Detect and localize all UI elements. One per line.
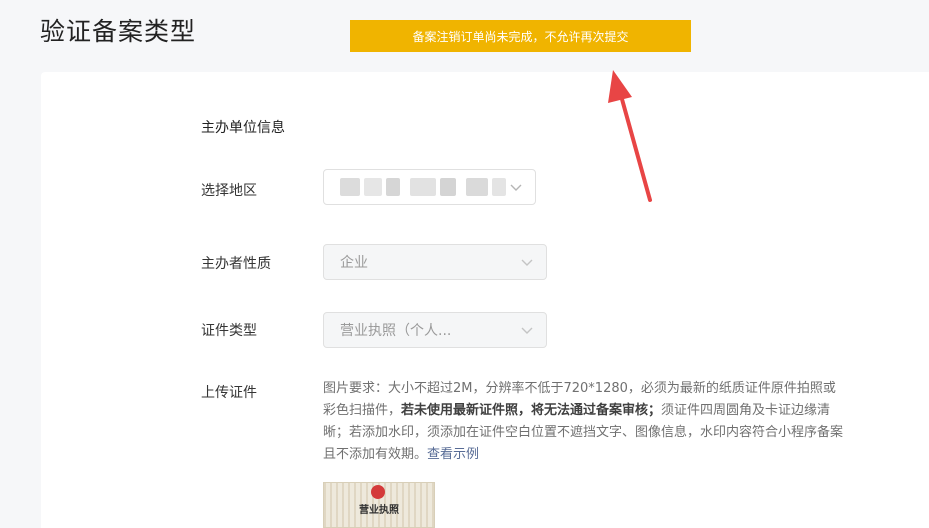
requirements-warning: 若未使用最新证件照，将无法通过备案审核； — [401, 403, 662, 418]
section-title: 主办单位信息 — [201, 120, 285, 136]
region-select[interactable] — [323, 169, 536, 205]
toast-message: 备案注销订单尚未完成，不允许再次提交 — [412, 29, 629, 44]
chevron-down-icon — [521, 259, 533, 266]
emblem-icon — [371, 485, 385, 499]
chevron-down-icon — [521, 327, 533, 334]
chevron-down-icon — [510, 184, 522, 191]
license-sample-image[interactable]: 营业执照 — [323, 482, 435, 528]
page-title: 验证备案类型 — [40, 17, 197, 46]
sample-title: 营业执照 — [359, 505, 399, 516]
region-label: 选择地区 — [201, 183, 257, 199]
page: 验证备案类型 备案注销订单尚未完成，不允许再次提交 主办单位信息 选择地区 主办… — [0, 0, 929, 528]
organizer-type-select[interactable]: 企业 — [323, 244, 547, 280]
error-toast: 备案注销订单尚未完成，不允许再次提交 — [350, 20, 691, 52]
certificate-type-select[interactable]: 营业执照（个人... — [323, 312, 547, 348]
organizer-type-value: 企业 — [340, 255, 368, 271]
certificate-type-value: 营业执照（个人... — [340, 323, 452, 339]
upload-requirements: 图片要求：大小不超过2M，分辨率不低于720*1280，必须为最新的纸质证件原件… — [323, 378, 848, 466]
redacted-value — [340, 178, 510, 196]
organizer-type-label: 主办者性质 — [201, 256, 271, 272]
certificate-type-label: 证件类型 — [201, 323, 257, 339]
form-card: 主办单位信息 选择地区 主办者性质 企业 证件类型 营业执照（个人... 上传证… — [41, 72, 929, 528]
view-example-link[interactable]: 查看示例 — [427, 447, 479, 462]
upload-label: 上传证件 — [201, 385, 257, 401]
